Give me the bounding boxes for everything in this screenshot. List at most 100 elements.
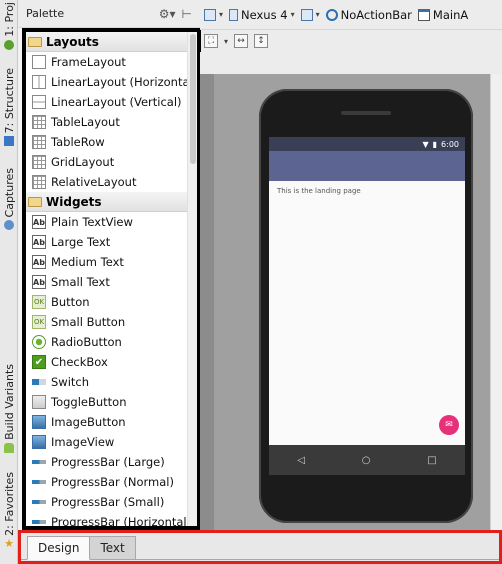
fit-width-icon[interactable]: ↔ <box>234 34 249 48</box>
chevron-down-icon[interactable]: ▾ <box>224 37 228 46</box>
image-view-icon <box>32 435 46 449</box>
palette-item-tablerow[interactable]: TableRow <box>26 132 197 152</box>
design-canvas: ▼ ▮ 6:00 This is the landing page ✉ ◁ ○ … <box>200 52 502 530</box>
project-tool-tab[interactable]: 1: Proj <box>0 2 18 50</box>
tab-design[interactable]: Design <box>27 536 91 560</box>
palette-item-relativelayout[interactable]: RelativeLayout <box>26 172 197 192</box>
activity-dropdown[interactable]: MainA <box>417 8 468 22</box>
structure-tool-tab[interactable]: 7: Structure <box>0 68 18 147</box>
gear-icon[interactable]: ⚙▾ <box>159 7 176 21</box>
item-label: ImageView <box>51 435 115 449</box>
tab-text[interactable]: Text <box>90 536 136 560</box>
palette-list: Layouts FrameLayout LinearLayout (Horizo… <box>22 28 201 530</box>
item-label: Medium Text <box>51 255 124 269</box>
chevron-down-icon: ▾ <box>315 10 320 19</box>
orientation-dropdown[interactable]: ▾ <box>300 8 320 21</box>
favorites-tool-tab[interactable]: 2: Favorites ★ <box>0 472 18 549</box>
palette-group-layouts[interactable]: Layouts <box>26 32 197 52</box>
phone-screen[interactable]: ▼ ▮ 6:00 This is the landing page ✉ ◁ ○ … <box>269 137 465 475</box>
palette-item-linearlayout-horizontal[interactable]: LinearLayout (Horizontal) <box>26 72 197 92</box>
item-label: Large Text <box>51 235 111 249</box>
status-time: 6:00 <box>441 139 459 149</box>
item-label: TableLayout <box>51 115 120 129</box>
palette-item-switch[interactable]: Switch <box>26 372 197 392</box>
toggle-button-icon <box>32 395 46 409</box>
palette-item-button[interactable]: OK Button <box>26 292 197 312</box>
theme-icon <box>325 8 338 21</box>
palette-item-large-text[interactable]: Ab Large Text <box>26 232 197 252</box>
folder-icon <box>28 196 42 207</box>
fab-mail-icon[interactable]: ✉ <box>439 415 459 435</box>
landing-text[interactable]: This is the landing page <box>269 181 465 201</box>
orientation-icon <box>300 8 313 21</box>
device-icon <box>229 8 239 21</box>
editor-mode-tabs: Design Text <box>18 530 502 564</box>
palette-scrollbar[interactable] <box>187 32 197 526</box>
palette-item-togglebutton[interactable]: ToggleButton <box>26 392 197 412</box>
small-button-icon: OK <box>32 315 46 329</box>
structure-tab-label: 7: Structure <box>2 68 16 134</box>
palette-item-checkbox[interactable]: ✔ CheckBox <box>26 352 197 372</box>
image-button-icon <box>32 415 46 429</box>
item-label: CheckBox <box>51 355 108 369</box>
item-label: ProgressBar (Horizontal) <box>51 515 192 529</box>
palette-item-medium-text[interactable]: Ab Medium Text <box>26 252 197 272</box>
layout-file-dropdown[interactable]: ▾ <box>204 8 223 21</box>
home-icon: ○ <box>361 454 371 466</box>
android-studio-layout-editor: 1: Proj 7: Structure Captures Build Vari… <box>0 0 502 564</box>
zoom-toolbar: ⛶ ▾ ↔ ↕ <box>200 30 502 52</box>
item-label: LinearLayout (Vertical) <box>51 95 182 109</box>
layout-icon <box>204 8 216 21</box>
project-icon <box>4 39 14 50</box>
hide-panel-icon[interactable]: ⊢ <box>182 7 192 21</box>
favorites-tab-label: 2: Favorites <box>2 472 16 536</box>
item-label: TableRow <box>51 135 105 149</box>
palette-group-widgets[interactable]: Widgets <box>26 192 197 212</box>
navigation-bar: ◁ ○ □ <box>269 445 465 475</box>
palette-item-progressbar-horizontal[interactable]: ProgressBar (Horizontal) <box>26 512 197 529</box>
activity-icon <box>417 8 430 21</box>
palette-item-imagebutton[interactable]: ImageButton <box>26 412 197 432</box>
palette-scroll-thumb[interactable] <box>190 34 196 164</box>
item-label: RelativeLayout <box>51 175 137 189</box>
palette-item-progressbar-small[interactable]: ProgressBar (Small) <box>26 492 197 512</box>
palette-item-plain-textview[interactable]: Ab Plain TextView <box>26 212 197 232</box>
button-icon: OK <box>32 295 46 309</box>
progress-bar-icon <box>32 460 46 464</box>
item-label: LinearLayout (Horizontal) <box>51 75 198 89</box>
checkbox-icon: ✔ <box>32 355 46 369</box>
wifi-icon: ▼ <box>422 139 429 149</box>
canvas-scrollbar[interactable] <box>490 74 502 530</box>
item-label: ImageButton <box>51 415 126 429</box>
text-view-icon: Ab <box>32 215 46 229</box>
app-bar[interactable] <box>269 151 465 181</box>
phone-frame: ▼ ▮ 6:00 This is the landing page ✉ ◁ ○ … <box>259 89 473 523</box>
palette-item-framelayout[interactable]: FrameLayout <box>26 52 197 72</box>
captures-tool-tab[interactable]: Captures <box>0 168 18 231</box>
palette-item-progressbar-normal[interactable]: ProgressBar (Normal) <box>26 472 197 492</box>
frame-layout-icon <box>32 55 46 69</box>
palette-item-radiobutton[interactable]: RadioButton <box>26 332 197 352</box>
build-variants-tool-tab[interactable]: Build Variants <box>0 364 18 453</box>
structure-icon <box>4 136 14 147</box>
palette-item-small-button[interactable]: OK Small Button <box>26 312 197 332</box>
palette-item-linearlayout-vertical[interactable]: LinearLayout (Vertical) <box>26 92 197 112</box>
item-label: Small Text <box>51 275 110 289</box>
palette-item-small-text[interactable]: Ab Small Text <box>26 272 197 292</box>
palette-item-imageview[interactable]: ImageView <box>26 432 197 452</box>
fit-height-icon[interactable]: ↕ <box>254 34 269 48</box>
switch-icon <box>32 379 46 385</box>
chevron-down-icon: ▾ <box>290 10 295 19</box>
palette-item-progressbar-large[interactable]: ProgressBar (Large) <box>26 452 197 472</box>
palette-item-tablelayout[interactable]: TableLayout <box>26 112 197 132</box>
phone-speaker <box>341 111 391 115</box>
palette-item-gridlayout[interactable]: GridLayout <box>26 152 197 172</box>
radio-button-icon <box>32 335 46 349</box>
theme-dropdown[interactable]: NoActionBar <box>325 8 412 22</box>
palette-title: Palette <box>26 7 65 20</box>
zoom-fit-icon[interactable]: ⛶ <box>204 34 218 48</box>
device-dropdown[interactable]: Nexus 4 ▾ <box>229 8 295 22</box>
palette-header: Palette ⚙▾ ⊢ <box>18 0 200 28</box>
item-label: RadioButton <box>51 335 122 349</box>
progress-bar-icon <box>32 500 46 504</box>
